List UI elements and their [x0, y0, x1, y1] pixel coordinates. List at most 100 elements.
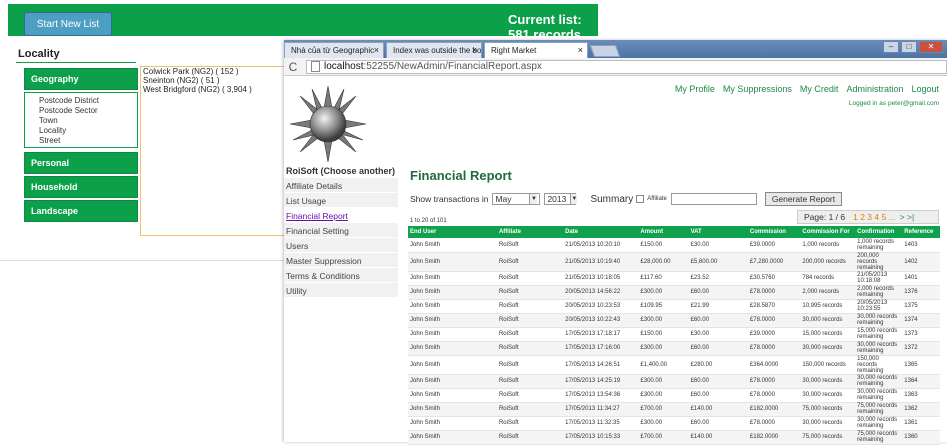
- browser-tab[interactable]: Nhà của từ Geographic ×: [284, 42, 384, 58]
- col-affiliate[interactable]: Affiliate: [496, 226, 564, 238]
- affiliate-input[interactable]: [670, 193, 757, 205]
- sidebar-item-financial-setting[interactable]: Financial Setting: [284, 223, 398, 238]
- table-cell: 30,000 records remaining: [855, 313, 903, 328]
- table-cell: £78.0000: [747, 416, 801, 431]
- table-cell: £109.95: [638, 299, 689, 314]
- sidebar-item-list-usage[interactable]: List Usage: [284, 193, 398, 208]
- url-input[interactable]: localhost:52255/NewAdmin/FinancialReport…: [306, 59, 947, 74]
- browser-tab[interactable]: Index was outside the bou ×: [386, 42, 482, 58]
- nav-sub-street[interactable]: Street: [39, 136, 131, 146]
- sidebar-item-master-suppression[interactable]: Master Suppression: [284, 253, 398, 268]
- tab-close-icon[interactable]: ×: [374, 45, 379, 55]
- table-cell: RoiSoft: [496, 416, 564, 431]
- window-controls: – □ ✕: [883, 41, 943, 53]
- table-cell: £78.0000: [747, 388, 801, 403]
- tab-bar: Nhà của từ Geographic × Index was outsid…: [284, 40, 947, 59]
- generate-report-button[interactable]: Generate Report: [764, 192, 843, 206]
- sidebar-item-affiliate-details[interactable]: Affiliate Details: [284, 178, 398, 193]
- table-cell: £78.0000: [747, 341, 801, 356]
- nav-my-credit[interactable]: My Credit: [800, 84, 839, 94]
- page-title: Financial Report: [410, 168, 512, 183]
- reload-icon[interactable]: C: [284, 60, 302, 74]
- table-cell: RoiSoft: [496, 402, 564, 417]
- table-cell: £300.00: [638, 285, 689, 300]
- table-cell: John Smith: [408, 285, 497, 300]
- table-cell: £28.5870: [747, 299, 801, 314]
- table-cell: RoiSoft: [496, 252, 564, 272]
- col-end-user[interactable]: End User: [408, 226, 497, 238]
- col-reference[interactable]: Reference: [902, 226, 940, 238]
- table-row: John Smith RoiSoft 17/05/2013 13:54:36 £300…: [408, 388, 940, 403]
- nav-sub-postcode-sector[interactable]: Postcode Sector: [39, 106, 131, 116]
- col-amount[interactable]: Amount: [638, 226, 689, 238]
- table-row: John Smith RoiSoft 20/05/2013 10:23:53 £109…: [408, 299, 940, 314]
- table-cell: £23.52: [688, 271, 748, 286]
- table-cell: 10,995 records: [800, 299, 856, 314]
- table-cell: £60.00: [688, 374, 748, 389]
- page-links[interactable]: 1 2 3 4 5 ...: [853, 212, 896, 222]
- table-cell: 1373: [902, 327, 940, 342]
- chevron-down-icon: ▼: [570, 194, 578, 204]
- table-cell: RoiSoft: [496, 355, 564, 375]
- sidebar-item-terms[interactable]: Terms & Conditions: [284, 268, 398, 283]
- nav-household[interactable]: Household: [24, 176, 138, 198]
- table-cell: 17/05/2013 11:34:27: [563, 402, 639, 417]
- table-cell: John Smith: [408, 271, 497, 286]
- table-cell: £140.00: [688, 402, 748, 417]
- locality-title: Locality: [18, 48, 60, 60]
- nav-sub-postcode-district[interactable]: Postcode District: [39, 96, 131, 106]
- nav-landscape[interactable]: Landscape: [24, 200, 138, 222]
- table-header-row: End User Affiliate Date Amount VAT Commi…: [408, 226, 940, 238]
- minimize-icon[interactable]: –: [883, 41, 899, 53]
- browser-window: Nhà của từ Geographic × Index was outsid…: [284, 40, 947, 445]
- nav-sub-town[interactable]: Town: [39, 116, 131, 126]
- nav-personal[interactable]: Personal: [24, 152, 138, 174]
- table-cell: 1372: [902, 341, 940, 356]
- col-commission-for[interactable]: Commission For: [800, 226, 856, 238]
- page-content: My Profile My Suppressions My Credit Adm…: [284, 76, 947, 445]
- maximize-icon[interactable]: □: [901, 41, 917, 53]
- col-commission[interactable]: Commission: [747, 226, 801, 238]
- table-cell: £60.00: [688, 388, 748, 403]
- sidebar-item-users[interactable]: Users: [284, 238, 398, 253]
- nav-geography[interactable]: Geography: [24, 68, 138, 90]
- month-select[interactable]: May ▼: [492, 193, 541, 205]
- sidebar-item-financial-report[interactable]: Financial Report: [284, 208, 398, 223]
- table-cell: £21.99: [688, 299, 748, 314]
- table-row: John Smith RoiSoft 17/05/2013 17:16:00 £300…: [408, 341, 940, 356]
- tab-label: Nhà của từ Geographic: [291, 46, 375, 55]
- table-cell: 30,000 records remaining: [855, 374, 903, 389]
- account-label[interactable]: RoiSoft (Choose another): [286, 166, 395, 176]
- table-cell: 1374: [902, 313, 940, 328]
- nav-logout[interactable]: Logout: [911, 84, 939, 94]
- summary-checkbox[interactable]: [636, 195, 645, 203]
- new-tab-button[interactable]: [589, 45, 621, 57]
- table-cell: 1403: [902, 238, 940, 253]
- top-navigation: My Profile My Suppressions My Credit Adm…: [675, 84, 939, 94]
- table-cell: £39.0000: [747, 327, 801, 342]
- col-vat[interactable]: VAT: [688, 226, 748, 238]
- table-row: John Smith RoiSoft 21/05/2013 10:18:05 £117…: [408, 271, 940, 286]
- tab-close-icon[interactable]: ×: [472, 45, 477, 55]
- table-cell: John Smith: [408, 388, 497, 403]
- table-cell: 20/05/2013 14:56:22: [563, 285, 639, 300]
- tab-close-icon[interactable]: ×: [578, 45, 583, 55]
- nav-administration[interactable]: Administration: [846, 84, 903, 94]
- table-cell: £300.00: [638, 313, 689, 328]
- next-last-links[interactable]: > >|: [900, 212, 915, 222]
- url-host: localhost: [324, 61, 364, 72]
- nav-sub-locality[interactable]: Locality: [39, 126, 131, 136]
- table-cell: £5,600.00: [688, 252, 748, 272]
- table-cell: 200,000 records: [800, 252, 856, 272]
- nav-my-profile[interactable]: My Profile: [675, 84, 715, 94]
- col-date[interactable]: Date: [563, 226, 639, 238]
- sidebar-item-utility[interactable]: Utility: [284, 283, 398, 298]
- year-select[interactable]: 2013 ▼: [544, 193, 578, 205]
- nav-my-suppressions[interactable]: My Suppressions: [723, 84, 792, 94]
- col-confirmation[interactable]: Confirmation: [855, 226, 903, 238]
- browser-tab-active[interactable]: Right Market ×: [484, 42, 588, 59]
- table-cell: John Smith: [408, 238, 497, 253]
- close-icon[interactable]: ✕: [919, 41, 943, 53]
- start-new-list-button[interactable]: Start New List: [24, 12, 112, 36]
- table-row: John Smith RoiSoft 17/05/2013 17:18:17 £150…: [408, 327, 940, 342]
